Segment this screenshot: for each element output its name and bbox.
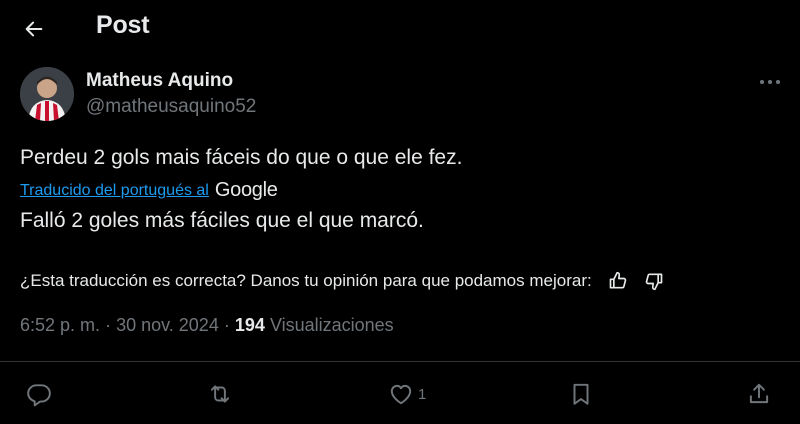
top-bar: Post [0,0,800,56]
post-time[interactable]: 6:52 p. m. [20,315,100,335]
action-bar: 1 [0,372,800,416]
post-meta: 6:52 p. m. · 30 nov. 2024 · 194 Visualiz… [20,315,394,336]
bookmark-button[interactable] [568,378,594,410]
author-name[interactable]: Matheus Aquino [86,70,233,92]
post-text: Perdeu 2 gols mais fáceis do que o que e… [20,146,463,169]
like-button[interactable]: 1 [388,378,426,410]
meta-separator: · [105,315,112,335]
share-icon [746,381,772,407]
back-button[interactable] [14,9,54,49]
google-logo: Google [214,179,278,201]
reply-icon [26,381,52,407]
like-count: 1 [418,385,427,403]
page-title: Post [96,11,150,39]
translation-link[interactable]: Traducido del portugués al [20,182,209,200]
more-button[interactable] [752,68,788,96]
reply-button[interactable] [26,378,52,410]
translation-feedback: ¿Esta traducción es correcta? Danos tu o… [20,269,668,293]
share-button[interactable] [746,378,772,410]
translation-attribution: Traducido del portugués al Google [20,179,278,202]
post-date[interactable]: 30 nov. 2024 [116,315,219,335]
divider [0,361,800,362]
meta-separator: · [223,315,230,335]
back-arrow-icon [23,18,45,40]
views-label: Visualizaciones [269,315,394,335]
repost-icon [206,381,234,407]
author-handle[interactable]: @matheusaquino52 [86,96,256,118]
thumbs-down-icon [644,271,664,291]
feedback-prompt: ¿Esta traducción es correcta? Danos tu o… [20,271,592,290]
thumbs-up-icon [608,271,628,291]
thumbs-up-button[interactable] [604,269,632,293]
translated-post-text: Falló 2 goles más fáciles que el que mar… [20,209,424,232]
like-icon [388,381,414,407]
bookmark-icon [568,381,594,407]
more-icon [759,79,781,85]
avatar[interactable] [20,67,74,121]
thumbs-down-button[interactable] [640,269,668,293]
repost-button[interactable] [206,378,234,410]
views-count: 194 [234,315,265,335]
